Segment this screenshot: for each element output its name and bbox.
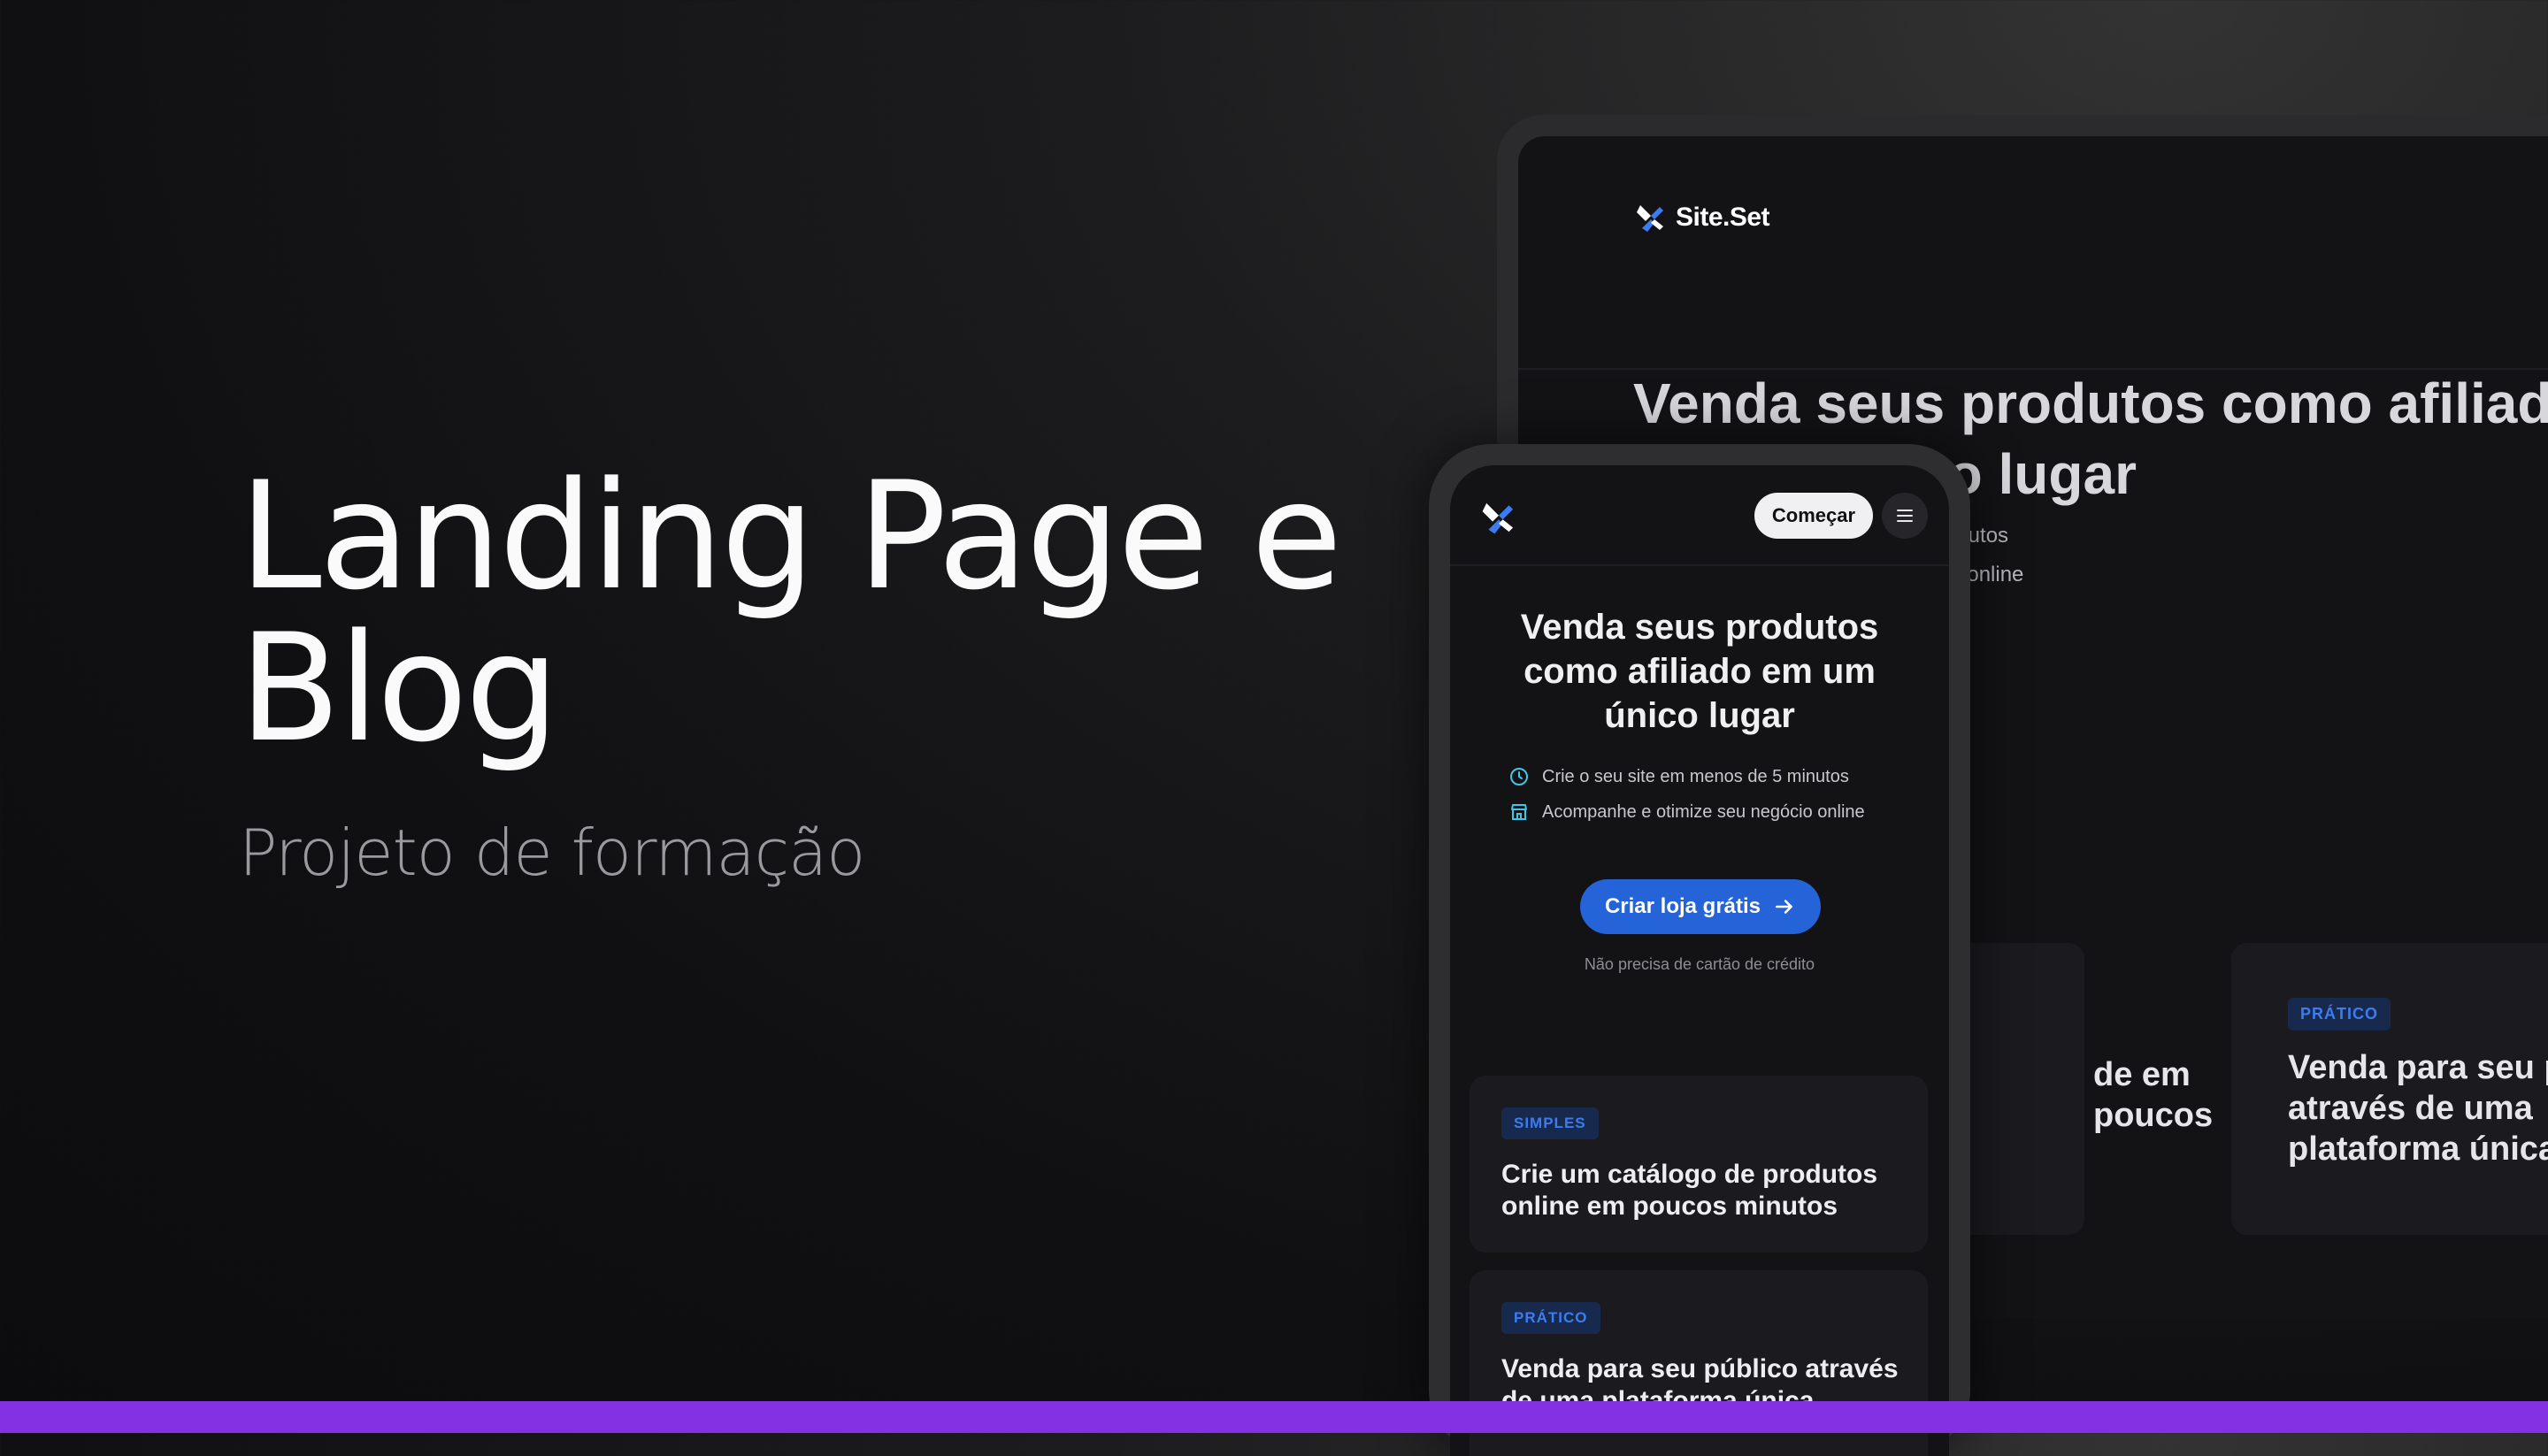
feature-item-2: Acompanhe e otimize seu negócio online [1508, 801, 1865, 823]
store-icon [1511, 804, 1527, 820]
desktop-logo-text: Site.Set [1676, 203, 1770, 232]
hero-subtitle: Projeto de formação [239, 816, 865, 890]
phone-card-1-badge: SIMPLES [1501, 1107, 1599, 1139]
site-set-logo-icon[interactable] [1478, 497, 1519, 538]
phone-card-1-text: Crie um catálogo de produtos online em p… [1501, 1160, 1878, 1221]
phone-screen: Começar Venda seus produtos como afiliad… [1450, 465, 1949, 1456]
create-store-button[interactable]: Criar loja grátis [1580, 879, 1821, 934]
phone-card-2-badge: PRÁTICO [1501, 1302, 1600, 1334]
start-button[interactable]: Começar [1754, 493, 1873, 539]
desktop-navbar: Site.Set [1518, 136, 2548, 370]
phone-card-1[interactable]: SIMPLES Crie um catálogo de produtos onl… [1470, 1076, 1928, 1253]
feature-item-1-label: Crie o seu site em menos de 5 minutos [1542, 766, 1849, 786]
phone-mockup: Começar Venda seus produtos como afiliad… [1429, 444, 1970, 1456]
bottom-accent-bar [0, 1401, 2548, 1433]
phone-headline: Venda seus produtos como afiliado em um … [1520, 608, 1879, 735]
desktop-card-2-text: Venda para seu público através de uma pl… [2288, 1049, 2548, 1168]
menu-button[interactable] [1882, 493, 1928, 539]
desktop-card-2-badge: PRÁTICO [2288, 998, 2391, 1031]
hero-title-line2: Blog [239, 602, 559, 775]
menu-icon [1897, 510, 1913, 522]
hero-title: Landing Page e Blog [239, 460, 1389, 764]
hero: Landing Page e Blog Projeto de formação [239, 460, 1389, 890]
clock-icon [1510, 768, 1528, 785]
desktop-card-2[interactable]: PRÁTICO Venda para seu público através d… [2231, 943, 2548, 1235]
desktop-logo[interactable]: Site.Set [1633, 200, 1770, 235]
site-set-logo-icon [1637, 205, 1663, 232]
hero-title-line1: Landing Page e [239, 449, 1342, 623]
feature-item-2-label: Acompanhe e otimize seu negócio online [1542, 801, 1865, 822]
arrow-right-icon [1776, 900, 1792, 914]
create-store-button-label: Criar loja grátis [1604, 894, 1761, 918]
phone-navbar: Começar [1450, 465, 1949, 566]
feature-item-1: Crie o seu site em menos de 5 minutos [1508, 766, 1849, 787]
cta-note: Não precisa de cartão de crédito [1584, 955, 1815, 973]
